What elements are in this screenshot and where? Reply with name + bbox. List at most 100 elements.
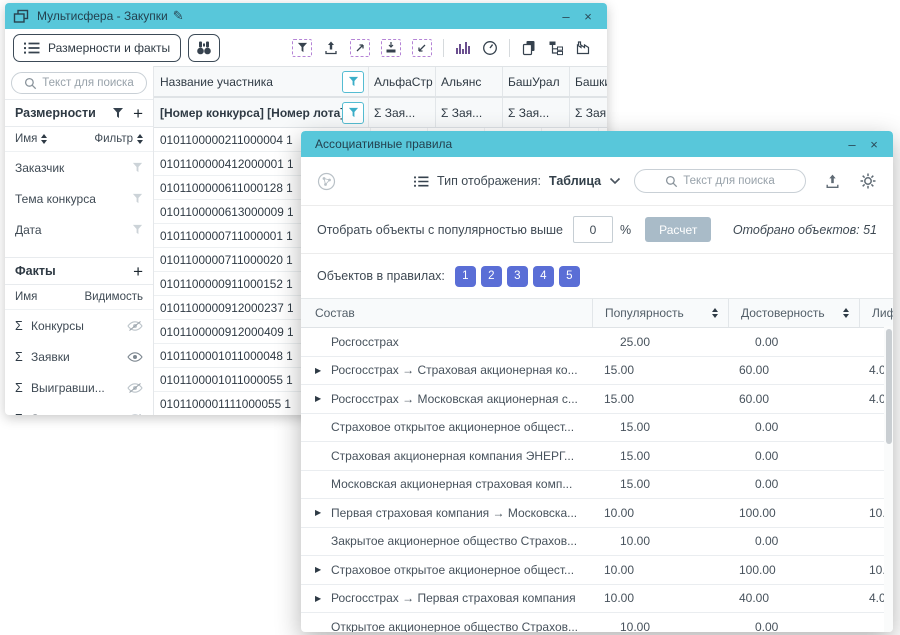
settings-gear-icon[interactable] [859, 172, 877, 190]
column-header-popularity[interactable]: Популярность [592, 299, 728, 327]
sigma-icon: Σ [15, 350, 31, 364]
main-titlebar[interactable]: Мультисфера - Закупки ✎ – × [5, 3, 607, 29]
scrollbar-thumb[interactable] [886, 329, 892, 444]
sigma-icon: Σ [15, 319, 31, 333]
column-header-lift[interactable]: Лифт [859, 299, 893, 327]
rule-row[interactable]: ▶Страховое открытое акционерное общест..… [301, 556, 893, 585]
fact-item[interactable]: ΣЭкономия [5, 403, 153, 415]
rule-row[interactable]: Страховое открытое акционерное общест...… [301, 414, 893, 443]
add-fact-button[interactable]: + [133, 263, 143, 280]
display-type-dropdown[interactable]: Тип отображения: Таблица [414, 174, 621, 188]
add-dimension-button[interactable]: + [133, 105, 143, 122]
dimensions-facts-button[interactable]: Размерности и факты [13, 34, 181, 62]
expand-node-icon[interactable] [350, 39, 370, 57]
participant-column-header[interactable]: Башкирс [569, 67, 607, 96]
dialog-toolbar: Тип отображения: Таблица Текст для поиск… [301, 157, 893, 206]
rules-table-body: Росгосстрах25.000.000.00▶Росгосстрах → С… [301, 328, 893, 632]
dimension-item[interactable]: Тема конкурса [5, 183, 153, 214]
bar-chart-icon[interactable] [455, 40, 471, 55]
fact-column-header[interactable]: Σ Зая... [569, 98, 607, 127]
rule-row[interactable]: ▶Росгосстрах → Страховая акционерная ко.… [301, 357, 893, 386]
expand-arrow-icon[interactable]: ▶ [315, 594, 331, 603]
fact-item[interactable]: ΣВыигравши... [5, 372, 153, 403]
rule-composition-cell: ▶Первая страховая компания → Московска..… [301, 499, 592, 527]
participant-name-header[interactable]: Название участника [154, 67, 368, 96]
rule-row[interactable]: ▶Росгосстрах → Московская акционерная с.… [301, 385, 893, 414]
sort-icon[interactable] [843, 308, 849, 318]
show-totals-icon[interactable] [381, 39, 401, 57]
filter-button[interactable] [342, 71, 364, 93]
row-dimension-header[interactable]: [Номер конкурса] [Номер лота] [154, 98, 368, 127]
rule-row[interactable]: ▶Росгосстрах → Первая страховая компания… [301, 585, 893, 614]
rule-count-button-4[interactable]: 4 [533, 266, 554, 287]
dimension-item[interactable]: Дата [5, 214, 153, 245]
fact-column-header[interactable]: Σ Зая... [502, 98, 569, 127]
sort-by-name-button[interactable]: Имя [15, 133, 47, 145]
dialog-search-input[interactable]: Текст для поиска [634, 169, 806, 193]
export-icon[interactable] [824, 173, 841, 190]
eye-slash-icon[interactable] [127, 413, 143, 416]
rule-row[interactable]: Закрытое акционерное общество Страхов...… [301, 528, 893, 557]
popularity-cell: 10.00 [592, 499, 727, 527]
filter-icon[interactable] [112, 107, 124, 119]
expand-arrow-icon[interactable]: ▶ [315, 394, 331, 403]
dimension-item[interactable]: Заказчик [5, 152, 153, 183]
edit-title-icon[interactable]: ✎ [173, 8, 184, 24]
rule-row[interactable]: Открытое акционерное общество Страхов...… [301, 613, 893, 632]
rule-row[interactable]: ▶Первая страховая компания → Московска..… [301, 499, 893, 528]
filter-icon[interactable] [292, 39, 312, 57]
dialog-titlebar[interactable]: Ассоциативные правила – × [301, 131, 893, 157]
collapse-node-icon[interactable] [412, 39, 432, 57]
filter-icon[interactable] [132, 193, 143, 204]
rule-count-button-1[interactable]: 1 [455, 266, 476, 287]
sort-icon [41, 134, 47, 144]
popularity-threshold-input[interactable] [573, 216, 613, 243]
vertical-scrollbar[interactable] [884, 326, 893, 632]
column-header-confidence[interactable]: Достоверность [728, 299, 859, 327]
column-header-composition[interactable]: Состав [301, 299, 592, 327]
rule-count-button-3[interactable]: 3 [507, 266, 528, 287]
eye-icon[interactable] [127, 351, 143, 363]
sort-by-filter-button[interactable]: Фильтр [94, 133, 143, 145]
graph-view-icon[interactable] [317, 172, 336, 191]
calculate-button[interactable]: Расчет [645, 217, 711, 242]
expand-arrow-icon[interactable]: ▶ [315, 508, 331, 517]
fact-item[interactable]: ΣЗаявки [5, 341, 153, 372]
expand-arrow-icon[interactable]: ▶ [315, 565, 331, 574]
filter-icon[interactable] [132, 224, 143, 235]
rule-row[interactable]: Росгосстрах25.000.000.00 [301, 328, 893, 357]
industry-icon[interactable] [575, 40, 591, 56]
minimize-button[interactable]: – [555, 9, 577, 24]
filter-button[interactable] [342, 102, 364, 124]
fact-column-header[interactable]: Σ Зая... [368, 98, 435, 127]
export-icon[interactable] [323, 40, 339, 56]
eye-slash-icon[interactable] [127, 382, 143, 394]
fact-label: Экономия [31, 412, 127, 416]
rule-count-button-2[interactable]: 2 [481, 266, 502, 287]
dialog-minimize-button[interactable]: – [841, 137, 863, 152]
fact-item[interactable]: ΣКонкурсы [5, 310, 153, 341]
participant-column-header[interactable]: АльфаСтр [368, 67, 435, 96]
fact-column-header[interactable]: Σ Зая... [435, 98, 502, 127]
rule-name: Росгосстрах → Первая страховая компания [331, 591, 576, 605]
close-button[interactable]: × [577, 9, 599, 24]
copy-icon[interactable] [521, 40, 537, 56]
rule-row[interactable]: Московская акционерная страховая комп...… [301, 471, 893, 500]
participant-column-header[interactable]: БашУрал [502, 67, 569, 96]
rule-composition-cell: Страховое открытое акционерное общест... [301, 414, 608, 442]
gauge-icon[interactable] [482, 40, 498, 56]
sidebar-search-input[interactable]: Текст для поиска [11, 72, 147, 94]
participant-column-header[interactable]: Альянс [435, 67, 502, 96]
dialog-close-button[interactable]: × [863, 137, 885, 152]
sort-icon[interactable] [712, 308, 718, 318]
dialog-search-placeholder: Текст для поиска [683, 175, 774, 187]
eye-slash-icon[interactable] [127, 320, 143, 332]
structure-icon[interactable] [548, 40, 564, 56]
filter-icon[interactable] [132, 162, 143, 173]
sidebar-search-placeholder: Текст для поиска [42, 77, 133, 89]
rule-count-button-5[interactable]: 5 [559, 266, 580, 287]
app-icon [13, 9, 29, 24]
expand-arrow-icon[interactable]: ▶ [315, 366, 331, 375]
rule-row[interactable]: Страховая акционерная компания ЭНЕРГ...1… [301, 442, 893, 471]
find-button[interactable] [188, 34, 220, 62]
